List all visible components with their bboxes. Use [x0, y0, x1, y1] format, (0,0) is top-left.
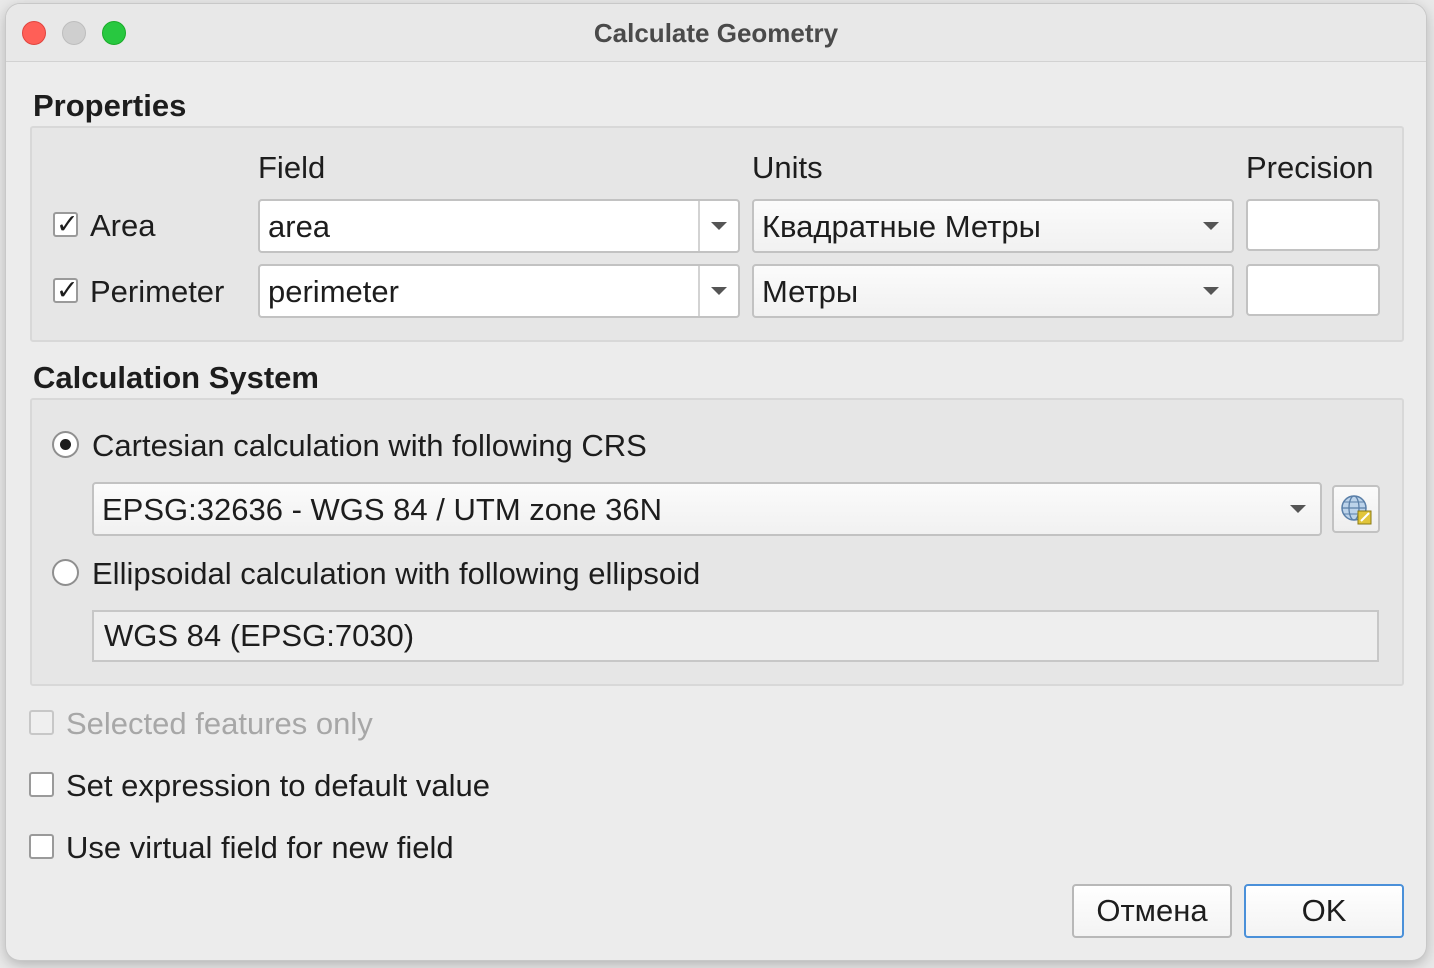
crs-value: EPSG:32636 - WGS 84 / UTM zone 36N [102, 492, 662, 527]
cartesian-radio[interactable] [52, 431, 79, 458]
chevron-down-icon [1290, 505, 1306, 513]
title-bar: Calculate Geometry [6, 4, 1426, 62]
area-field-combo[interactable]: area [258, 199, 740, 253]
calculation-system-title: Calculation System [33, 360, 319, 395]
area-precision-input[interactable] [1246, 199, 1380, 251]
window-title: Calculate Geometry [593, 18, 839, 48]
ellipsoid-value: WGS 84 (EPSG:7030) [104, 618, 415, 653]
perimeter-units-value: Метры [762, 274, 859, 309]
ellipsoidal-label: Ellipsoidal calculation with following e… [92, 556, 701, 591]
selected-features-label: Selected features only [66, 706, 373, 741]
selected-features-checkbox[interactable] [29, 710, 54, 735]
ellipsoidal-radio[interactable] [52, 559, 79, 586]
chevron-down-icon [1203, 222, 1219, 230]
perimeter-checkbox[interactable] [53, 275, 79, 306]
perimeter-units-combo[interactable]: Метры [752, 264, 1234, 318]
precision-header: Precision [1246, 150, 1374, 185]
area-label: Area [90, 208, 156, 243]
virtual-field-checkbox[interactable] [29, 834, 54, 859]
area-units-combo[interactable]: Квадратные Метры [752, 199, 1234, 253]
area-field-value: area [268, 209, 331, 244]
globe-icon [1341, 495, 1372, 525]
crs-select[interactable]: EPSG:32636 - WGS 84 / UTM zone 36N [92, 482, 1322, 536]
perimeter-field-value: perimeter [268, 274, 399, 309]
units-header: Units [752, 150, 823, 185]
ellipsoid-field[interactable]: WGS 84 (EPSG:7030) [92, 610, 1379, 662]
perimeter-label: Perimeter [90, 274, 225, 309]
select-crs-button[interactable] [1332, 485, 1380, 533]
area-checkbox[interactable] [53, 209, 79, 240]
chevron-down-icon [711, 222, 727, 230]
cancel-button[interactable]: Отмена [1072, 884, 1232, 938]
cartesian-label: Cartesian calculation with following CRS [92, 428, 647, 463]
chevron-down-icon [1203, 287, 1219, 295]
calculate-geometry-dialog: Calculate Geometry Properties Field Unit… [6, 4, 1426, 960]
chevron-down-icon [711, 287, 727, 295]
perimeter-field-combo[interactable]: perimeter [258, 264, 740, 318]
field-header: Field [258, 150, 326, 185]
default-value-label: Set expression to default value [66, 768, 490, 803]
perimeter-precision-input[interactable] [1246, 264, 1380, 316]
ok-button[interactable]: OK [1244, 884, 1404, 938]
default-value-checkbox[interactable] [29, 772, 54, 797]
area-units-value: Квадратные Метры [762, 209, 1041, 244]
virtual-field-label: Use virtual field for new field [66, 830, 454, 865]
properties-title: Properties [33, 88, 187, 123]
